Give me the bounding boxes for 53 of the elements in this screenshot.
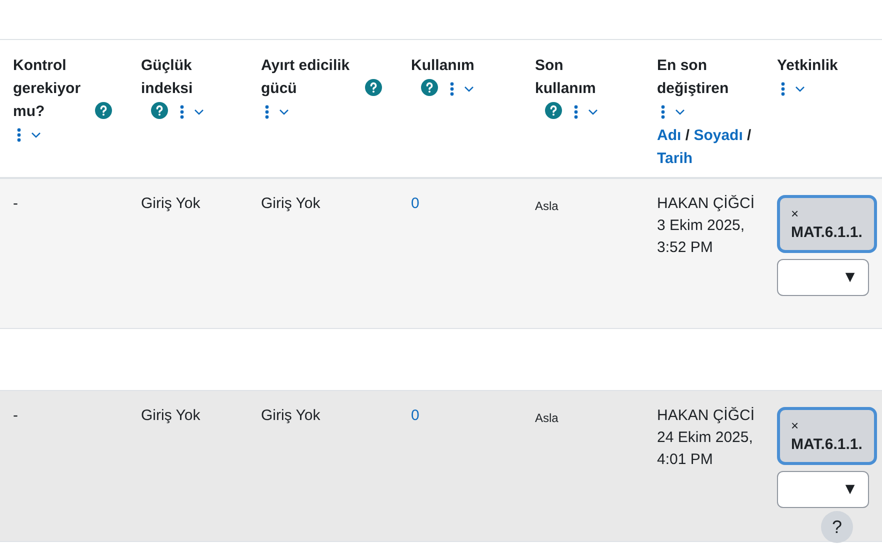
table-cell-text: Asla (535, 198, 558, 215)
caret-icon (675, 109, 685, 116)
table-cell-text: Giriş Yok (141, 194, 200, 214)
table-cell-text: Asla (535, 410, 558, 427)
kebab-icon (265, 105, 269, 120)
help-icon[interactable] (95, 102, 112, 119)
competency-dropdown[interactable]: ▼ (777, 259, 869, 296)
modified-date: 3 Ekim 2025, (657, 216, 745, 236)
caret-icon (588, 109, 598, 116)
modified-date: 24 Ekim 2025, (657, 428, 753, 448)
table-cell-text: - (13, 406, 18, 426)
remove-button[interactable]: × (791, 418, 799, 434)
caret-icon (795, 86, 805, 92)
caret-icon (31, 132, 41, 138)
help-icon[interactable] (421, 79, 438, 96)
column-header: Yetkinlik (777, 56, 839, 76)
kebab-icon (180, 105, 184, 120)
kebab-icon (574, 105, 578, 120)
help-icon[interactable] (545, 102, 562, 119)
competency-dropdown[interactable]: ▼ (777, 471, 869, 508)
caret-icon (464, 86, 474, 92)
help-icon[interactable] (365, 79, 382, 96)
sort-link[interactable]: Tarih (657, 150, 693, 167)
sort-link[interactable]: Adı (657, 126, 682, 144)
tag-label: MAT.6.1.1. (791, 223, 864, 243)
table-cell-text: - (13, 194, 18, 214)
kebab-icon (661, 105, 665, 120)
column-header: Ayırt edicilik gücü (261, 56, 351, 99)
separator: / (747, 126, 752, 144)
kebab-icon (450, 82, 454, 96)
tag-label: MAT.6.1.1. (791, 435, 864, 455)
column-header: Son kullanım (535, 56, 597, 99)
table-cell-text: Giriş Yok (261, 194, 320, 214)
modifier-name: HAKAN ÇİĞCİ (657, 194, 755, 214)
column-header: Kontrol gerekiyor mu? (13, 56, 82, 122)
usage-link[interactable]: 0 (411, 193, 420, 215)
kebab-icon (781, 82, 785, 96)
table-cell-text: Giriş Yok (261, 406, 320, 426)
usage-link[interactable]: 0 (411, 405, 420, 427)
separator: / (685, 126, 690, 144)
caret-icon (194, 109, 204, 116)
modified-time: 4:01 PM (657, 450, 713, 470)
column-header: En son değiştiren (657, 56, 730, 99)
modifier-name: HAKAN ÇİĞCİ (657, 406, 755, 426)
help-icon[interactable] (151, 102, 168, 119)
kebab-icon (17, 128, 21, 142)
column-header: Kullanım (411, 56, 476, 76)
sort-link[interactable]: Soyadı (694, 126, 743, 144)
table-cell-text: Giriş Yok (141, 406, 200, 426)
remove-button[interactable]: × (791, 206, 799, 222)
modified-time: 3:52 PM (657, 238, 713, 258)
column-header: Güçlük indeksi (141, 56, 194, 99)
caret-icon (279, 109, 289, 116)
